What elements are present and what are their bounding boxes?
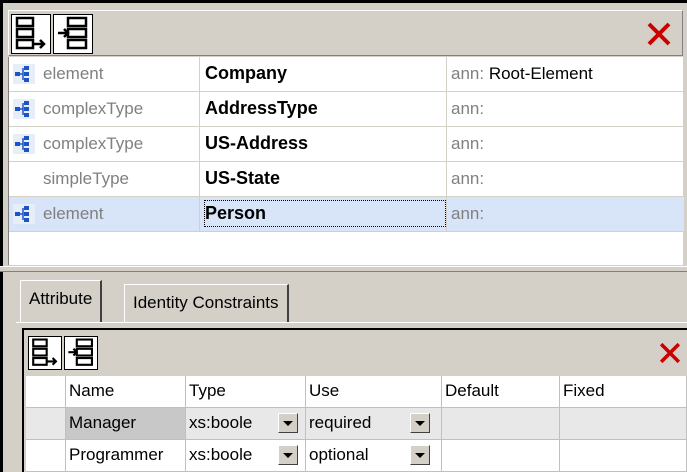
close-icon (659, 342, 681, 364)
column-divider (446, 127, 447, 162)
column-header-name[interactable]: Name (66, 376, 186, 408)
append-button[interactable] (11, 14, 51, 54)
attribute-use-cell[interactable]: required (306, 408, 442, 440)
annotation-prefix: ann: (451, 169, 485, 188)
grid-corner (26, 376, 66, 408)
schema-component-row[interactable]: element Company ann: Root-Element (9, 57, 684, 92)
attribute-fixed-cell[interactable] (560, 408, 687, 440)
column-divider (199, 92, 200, 127)
column-divider (199, 197, 200, 232)
component-name[interactable]: US-Address (205, 133, 445, 154)
attribute-type-cell[interactable]: xs:boole (186, 440, 306, 472)
annotation-value: Root-Element (488, 64, 593, 83)
insert-button[interactable] (53, 14, 93, 54)
attribute-name-cell[interactable]: Manager (66, 408, 186, 440)
attribute-type-value: xs:boole (189, 413, 253, 432)
attribute-grid: Name Type Use Default Fixed Manager xs:b… (26, 376, 687, 472)
insert-attribute-button[interactable] (64, 336, 98, 370)
component-annotation[interactable]: ann: (451, 134, 681, 154)
schema-component-row[interactable]: complexType US-Address ann: (9, 127, 684, 162)
component-kind: simpleType (43, 169, 129, 188)
component-kind: complexType (43, 134, 144, 153)
delete-attribute-button[interactable] (655, 338, 685, 368)
append-icon (32, 338, 58, 366)
attribute-default-cell[interactable] (442, 408, 560, 440)
component-name[interactable]: US-State (205, 168, 445, 189)
column-header-default[interactable]: Default (442, 376, 560, 408)
column-divider (199, 127, 200, 162)
component-kind: complexType (43, 99, 144, 118)
schema-component-row[interactable]: element Person ann: (9, 197, 684, 232)
column-divider (446, 92, 447, 127)
insert-icon (58, 16, 88, 50)
schema-component-row[interactable]: simpleType US-State ann: (9, 162, 684, 197)
column-divider (446, 57, 447, 92)
component-kind: element (43, 204, 104, 223)
attribute-panel: Name Type Use Default Fixed Manager xs:b… (22, 328, 687, 472)
annotation-prefix: ann: (451, 204, 485, 223)
attribute-default-cell[interactable] (442, 440, 560, 472)
column-divider (199, 162, 200, 197)
components-toolbar (8, 10, 683, 56)
row-selector[interactable] (26, 408, 66, 440)
delete-button[interactable] (642, 17, 676, 51)
annotation-prefix: ann: (451, 64, 485, 83)
schema-component-row[interactable]: complexType AddressType ann: (9, 92, 684, 127)
component-name[interactable]: Person (204, 200, 446, 227)
close-icon (647, 22, 671, 46)
append-icon (15, 16, 46, 50)
component-annotation[interactable]: ann: Root-Element (451, 64, 681, 84)
column-divider (199, 57, 200, 92)
component-name[interactable]: AddressType (205, 98, 445, 119)
pane-splitter[interactable] (0, 266, 687, 272)
attribute-type-cell[interactable]: xs:boole (186, 408, 306, 440)
component-kind: element (43, 64, 104, 83)
type-dropdown-button[interactable] (278, 445, 298, 465)
tab-identity-constraints[interactable]: Identity Constraints (124, 284, 289, 322)
tab-panel-border (16, 322, 687, 323)
column-divider (446, 197, 447, 232)
column-header-type[interactable]: Type (186, 376, 306, 408)
annotation-prefix: ann: (451, 99, 485, 118)
schema-components-list: element Company ann: Root-Element complexTy… (8, 57, 684, 265)
component-name[interactable]: Company (205, 63, 445, 84)
component-annotation[interactable]: ann: (451, 204, 681, 224)
column-divider (446, 162, 447, 197)
component-annotation[interactable]: ann: (451, 169, 681, 189)
content-model-icon[interactable] (13, 64, 35, 84)
attribute-fixed-cell[interactable] (560, 440, 687, 472)
content-model-icon[interactable] (13, 134, 35, 154)
type-dropdown-button[interactable] (278, 413, 298, 433)
use-dropdown-button[interactable] (410, 413, 430, 433)
component-annotation[interactable]: ann: (451, 99, 681, 119)
content-model-icon[interactable] (13, 204, 35, 224)
row-selector[interactable] (26, 440, 66, 472)
attribute-use-value: optional (309, 445, 369, 464)
column-header-use[interactable]: Use (306, 376, 442, 408)
annotation-prefix: ann: (451, 134, 485, 153)
append-attribute-button[interactable] (28, 336, 62, 370)
tab-attribute[interactable]: Attribute (20, 280, 103, 322)
use-dropdown-button[interactable] (410, 445, 430, 465)
attribute-type-value: xs:boole (189, 445, 253, 464)
attribute-toolbar (26, 334, 687, 372)
attribute-use-value: required (309, 413, 372, 432)
content-model-icon[interactable] (13, 99, 35, 119)
column-header-fixed[interactable]: Fixed (560, 376, 687, 408)
insert-icon (68, 338, 93, 366)
attribute-name-cell[interactable]: Programmer (66, 440, 186, 472)
attribute-use-cell[interactable]: optional (306, 440, 442, 472)
